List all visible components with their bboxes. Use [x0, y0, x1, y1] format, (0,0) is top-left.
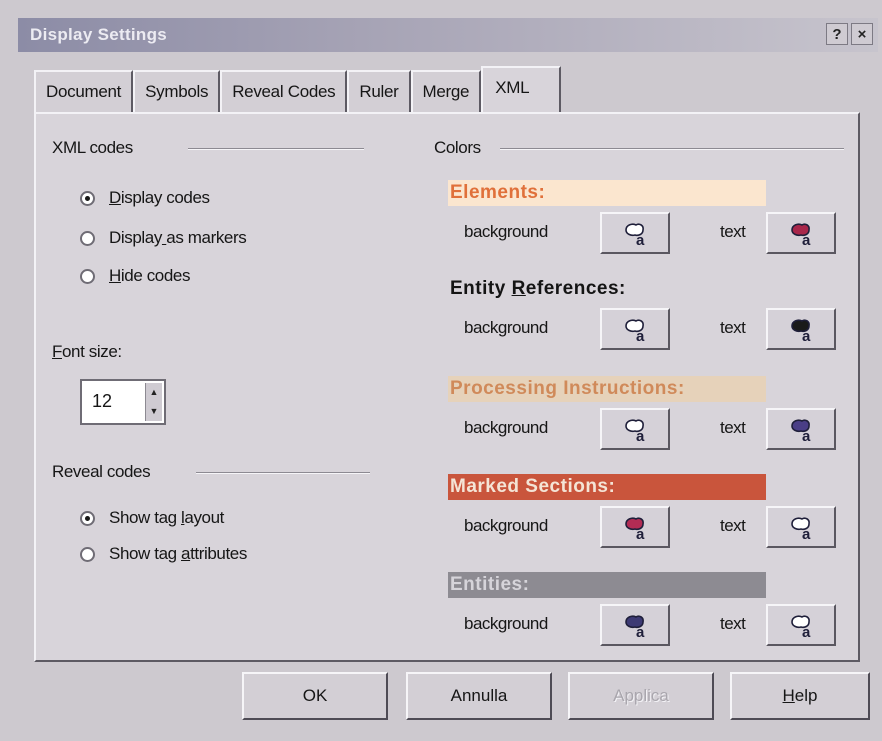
radio-hide-codes[interactable]: Hide codes	[80, 266, 190, 286]
font-size-spin-arrows[interactable]: ▲ ▼	[145, 383, 162, 421]
background-label: background	[464, 418, 548, 437]
color-palette-icon: a	[791, 319, 811, 343]
background-label: background	[464, 516, 548, 535]
tab-document[interactable]: Document	[34, 70, 134, 114]
radio-show-tag-attributes[interactable]: Show tag attributes	[80, 544, 247, 564]
radio-display-codes-label: Display codes	[109, 188, 210, 207]
text-label: text	[720, 222, 746, 241]
radio-show-tag-layout-label: Show tag layout	[109, 508, 224, 527]
color-category-label-2: Processing Instructions:	[448, 376, 766, 402]
xml-codes-group-label: XML codes	[52, 138, 133, 157]
text-label: text	[720, 614, 746, 633]
window-title: Display Settings	[30, 25, 168, 44]
radio-display-codes-indicator[interactable]	[80, 190, 95, 206]
svg-text:a: a	[636, 526, 645, 541]
color-palette-icon: a	[791, 419, 811, 443]
background-color-button-1[interactable]: a	[600, 308, 670, 350]
cancel-button[interactable]: Annulla	[406, 672, 552, 720]
color-palette-icon: a	[791, 615, 811, 639]
radio-display-as-markers-indicator[interactable]	[80, 230, 95, 246]
background-label: background	[464, 222, 548, 241]
svg-text:a: a	[636, 328, 645, 343]
color-palette-icon: a	[791, 223, 811, 247]
svg-text:a: a	[636, 428, 645, 443]
text-color-button-0[interactable]: a	[766, 212, 836, 254]
display-settings-dialog: Display Settings ? × Document Symbols Re…	[0, 0, 882, 741]
help-button[interactable]: Help	[730, 672, 870, 720]
color-palette-icon: a	[625, 223, 645, 247]
ok-button[interactable]: OK	[242, 672, 388, 720]
title-bar[interactable]: Display Settings ? ×	[18, 18, 878, 52]
color-category-label-4: Entities:	[448, 572, 766, 598]
color-category-label-3: Marked Sections:	[448, 474, 766, 500]
svg-text:a: a	[636, 624, 645, 639]
color-palette-icon: a	[791, 517, 811, 541]
radio-display-as-markers-label: Display as markers	[109, 228, 247, 247]
radio-hide-codes-label: Hide codes	[109, 266, 191, 285]
background-color-button-4[interactable]: a	[600, 604, 670, 646]
radio-show-tag-attributes-label: Show tag attributes	[109, 544, 247, 563]
tab-ruler[interactable]: Ruler	[347, 70, 411, 114]
xml-codes-divider	[188, 148, 364, 150]
text-color-button-2[interactable]: a	[766, 408, 836, 450]
color-palette-icon: a	[625, 419, 645, 443]
reveal-codes-divider	[196, 472, 370, 474]
tab-reveal-codes[interactable]: Reveal Codes	[220, 70, 348, 114]
tab-strip: Document Symbols Reveal Codes Ruler Merg…	[34, 66, 562, 114]
background-color-button-0[interactable]: a	[600, 212, 670, 254]
text-label: text	[720, 516, 746, 535]
text-label: text	[720, 318, 746, 337]
radio-show-tag-layout-indicator[interactable]	[80, 510, 95, 526]
color-category-label-1: Entity References:	[450, 278, 626, 299]
background-color-button-2[interactable]: a	[600, 408, 670, 450]
spin-down-icon[interactable]: ▼	[146, 402, 162, 421]
text-color-button-3[interactable]: a	[766, 506, 836, 548]
help-title-button[interactable]: ?	[826, 23, 848, 45]
colors-divider	[500, 148, 844, 150]
svg-text:a: a	[802, 526, 811, 541]
color-palette-icon: a	[625, 319, 645, 343]
color-palette-icon: a	[625, 517, 645, 541]
font-size-label: Font size:	[52, 342, 122, 361]
font-size-value[interactable]: 12	[92, 391, 112, 412]
color-palette-icon: a	[625, 615, 645, 639]
svg-text:a: a	[636, 232, 645, 247]
colors-group-label: Colors	[434, 138, 481, 157]
tab-merge[interactable]: Merge	[410, 70, 482, 114]
text-label: text	[720, 418, 746, 437]
background-label: background	[464, 614, 548, 633]
radio-display-as-markers[interactable]: Display as markers	[80, 228, 247, 248]
text-color-button-4[interactable]: a	[766, 604, 836, 646]
spin-up-icon[interactable]: ▲	[146, 383, 162, 402]
radio-hide-codes-indicator[interactable]	[80, 268, 95, 284]
svg-text:a: a	[802, 624, 811, 639]
close-button[interactable]: ×	[851, 23, 873, 45]
text-color-button-1[interactable]: a	[766, 308, 836, 350]
svg-text:a: a	[802, 232, 811, 247]
color-category-label-0: Elements:	[448, 180, 766, 206]
tab-symbols[interactable]: Symbols	[133, 70, 221, 114]
reveal-codes-group-label: Reveal codes	[52, 462, 151, 481]
svg-text:a: a	[802, 328, 811, 343]
tab-xml[interactable]: XML	[481, 66, 562, 114]
apply-button[interactable]: Applica	[568, 672, 714, 720]
font-size-spinner[interactable]: 12 ▲ ▼	[80, 379, 166, 425]
svg-text:a: a	[802, 428, 811, 443]
radio-display-codes[interactable]: Display codes	[80, 188, 210, 208]
radio-show-tag-attributes-indicator[interactable]	[80, 546, 95, 562]
background-color-button-3[interactable]: a	[600, 506, 670, 548]
background-label: background	[464, 318, 548, 337]
radio-show-tag-layout[interactable]: Show tag layout	[80, 508, 224, 528]
